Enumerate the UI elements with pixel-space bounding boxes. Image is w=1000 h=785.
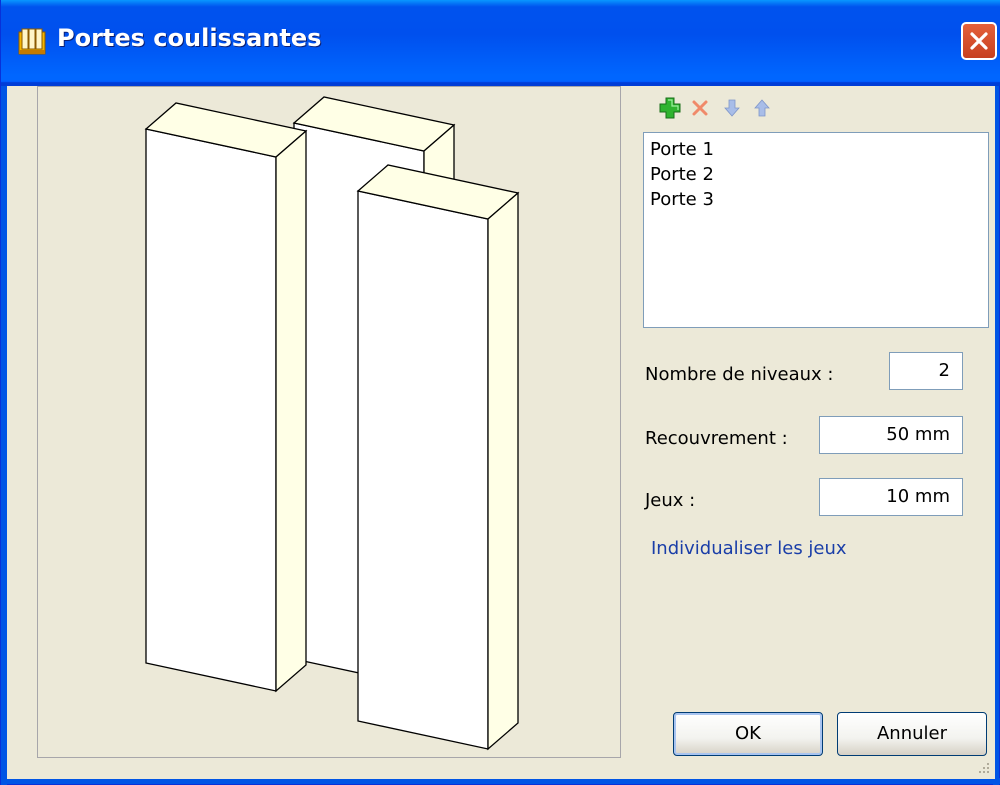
resize-grip-icon[interactable] xyxy=(975,759,991,775)
title-bar[interactable]: Portes coulissantes xyxy=(1,0,1000,86)
move-door-down-button[interactable] xyxy=(719,94,745,122)
ok-button[interactable]: OK xyxy=(673,712,823,756)
overlap-field[interactable]: 50 mm xyxy=(819,416,963,454)
add-icon xyxy=(659,97,681,119)
cancel-button[interactable]: Annuler xyxy=(837,712,987,756)
arrow-up-icon xyxy=(754,99,770,117)
move-door-up-button[interactable] xyxy=(749,94,775,122)
arrow-down-icon xyxy=(724,99,740,117)
list-item[interactable]: Porte 2 xyxy=(648,162,984,187)
individualize-gaps-link[interactable]: Individualiser les jeux xyxy=(651,538,847,559)
list-item[interactable]: Porte 3 xyxy=(648,187,984,212)
gaps-label: Jeux : xyxy=(645,490,696,511)
door-preview-panel xyxy=(37,86,621,758)
dialog-client-area: Porte 1 Porte 2 Porte 3 Nombre de niveau… xyxy=(7,86,995,779)
app-icon xyxy=(17,26,47,56)
sliding-doors-3d-preview xyxy=(144,96,520,751)
list-item[interactable]: Porte 1 xyxy=(648,137,984,162)
gaps-field[interactable]: 10 mm xyxy=(819,478,963,516)
door-preview-1 xyxy=(144,102,308,693)
close-button[interactable] xyxy=(961,22,997,60)
levels-field[interactable]: 2 xyxy=(889,352,963,390)
close-icon xyxy=(970,32,988,50)
door-list[interactable]: Porte 1 Porte 2 Porte 3 xyxy=(643,132,989,328)
remove-door-button[interactable] xyxy=(687,94,713,122)
remove-icon xyxy=(692,100,708,116)
dialog-window: Portes coulissantes Porte 1 Porte 2 Port… xyxy=(0,0,1000,785)
overlap-label: Recouvrement : xyxy=(645,428,788,449)
door-preview-3 xyxy=(356,164,520,751)
window-title: Portes coulissantes xyxy=(57,24,322,52)
add-door-button[interactable] xyxy=(657,94,683,122)
levels-label: Nombre de niveaux : xyxy=(645,364,834,385)
